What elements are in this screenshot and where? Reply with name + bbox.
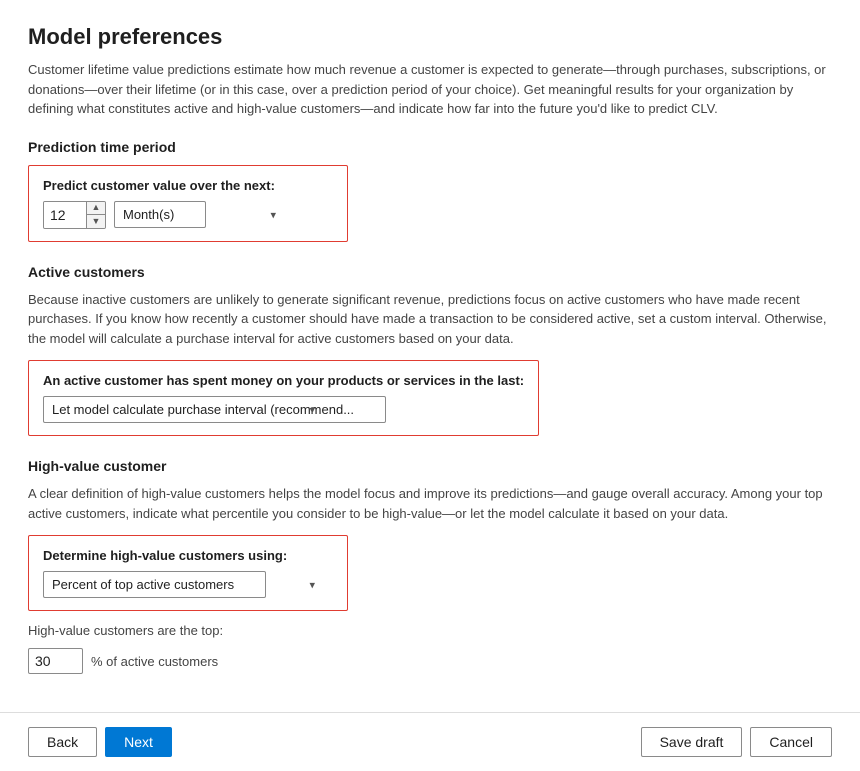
highvalue-select-arrow: ▾: [309, 578, 315, 591]
cancel-button[interactable]: Cancel: [750, 727, 832, 757]
percent-unit: % of active customers: [91, 654, 218, 669]
active-customers-box: An active customer has spent money on yo…: [28, 360, 539, 436]
high-value-section: High-value customer A clear definition o…: [28, 458, 832, 674]
percent-input[interactable]: [28, 648, 83, 674]
period-select[interactable]: Month(s) Year(s) Day(s): [114, 201, 206, 228]
highvalue-select-wrap: Percent of top active customers Model ca…: [43, 571, 323, 598]
footer-right: Save draft Cancel: [641, 727, 832, 757]
spinner-down[interactable]: ▼: [87, 215, 105, 228]
active-customers-title: Active customers: [28, 264, 832, 280]
number-input-wrap: ▲ ▼: [43, 201, 106, 229]
prediction-input-row: ▲ ▼ Month(s) Year(s) Day(s) ▾: [43, 201, 333, 229]
high-value-desc: A clear definition of high-value custome…: [28, 484, 832, 523]
back-button[interactable]: Back: [28, 727, 97, 757]
prediction-section-title: Prediction time period: [28, 139, 832, 155]
save-draft-button[interactable]: Save draft: [641, 727, 743, 757]
spinner-up[interactable]: ▲: [87, 202, 105, 215]
active-customers-desc: Because inactive customers are unlikely …: [28, 290, 832, 349]
active-customers-box-label: An active customer has spent money on yo…: [43, 373, 524, 388]
high-value-box: Determine high-value customers using: Pe…: [28, 535, 348, 611]
intro-text: Customer lifetime value predictions esti…: [28, 60, 832, 119]
top-percent-row: % of active customers: [28, 648, 832, 674]
interval-select[interactable]: Let model calculate purchase interval (r…: [43, 396, 386, 423]
number-input[interactable]: [44, 202, 86, 228]
main-content: Model preferences Customer lifetime valu…: [0, 0, 860, 712]
high-value-title: High-value customer: [28, 458, 832, 474]
spinner-btns: ▲ ▼: [86, 202, 105, 228]
active-customers-section: Active customers Because inactive custom…: [28, 264, 832, 437]
period-select-wrap: Month(s) Year(s) Day(s) ▾: [114, 201, 284, 228]
prediction-box-label: Predict customer value over the next:: [43, 178, 333, 193]
footer: Back Next Save draft Cancel: [0, 712, 860, 771]
top-percent-section: High-value customers are the top: % of a…: [28, 623, 832, 674]
highvalue-select[interactable]: Percent of top active customers Model ca…: [43, 571, 266, 598]
prediction-box: Predict customer value over the next: ▲ …: [28, 165, 348, 242]
interval-select-wrap: Let model calculate purchase interval (r…: [43, 396, 323, 423]
high-value-box-label: Determine high-value customers using:: [43, 548, 333, 563]
top-percent-label: High-value customers are the top:: [28, 623, 832, 638]
page-title: Model preferences: [28, 24, 832, 50]
prediction-section: Prediction time period Predict customer …: [28, 139, 832, 242]
period-select-arrow: ▾: [270, 208, 276, 221]
next-button[interactable]: Next: [105, 727, 172, 757]
footer-left: Back Next: [28, 727, 172, 757]
